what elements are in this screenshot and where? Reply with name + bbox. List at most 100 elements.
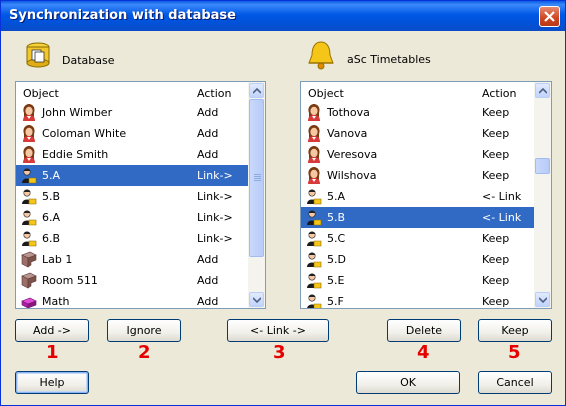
vertical-scrollbar[interactable] <box>248 82 265 308</box>
person-female-icon <box>306 167 322 184</box>
row-object-name: Tothova <box>327 106 370 119</box>
classroom-icon <box>21 251 37 268</box>
ignore-button[interactable]: Ignore <box>107 319 181 342</box>
list-row[interactable]: Lab 1 Add <box>16 249 248 270</box>
person-female-icon <box>306 125 322 142</box>
link-button[interactable]: <- Link -> <box>227 319 329 342</box>
list-row[interactable]: Math Add <box>16 291 248 308</box>
list-row[interactable]: 5.C Keep <box>301 228 534 249</box>
timetables-label: aSc Timetables <box>347 53 431 66</box>
row-action: Keep <box>482 169 510 182</box>
cancel-button[interactable]: Cancel <box>478 371 552 394</box>
list-row[interactable]: Coloman White Add <box>16 123 248 144</box>
scroll-up-button[interactable] <box>249 83 264 98</box>
vertical-scrollbar[interactable] <box>534 82 551 308</box>
list-row[interactable]: 6.B Link-> <box>16 228 248 249</box>
action-column-header: Action <box>197 87 232 100</box>
arrow-up-icon <box>539 88 547 94</box>
bell-icon <box>308 41 334 70</box>
list-row[interactable]: Veresova Keep <box>301 144 534 165</box>
list-row[interactable]: 5.E Keep <box>301 270 534 291</box>
row-object-name: Veresova <box>327 148 378 161</box>
database-label: Database <box>62 54 115 67</box>
row-object-name: 5.A <box>42 169 61 182</box>
list-header: Object Action <box>301 82 534 102</box>
object-column-header: Object <box>308 87 344 100</box>
row-action: Keep <box>482 253 510 266</box>
scroll-down-button[interactable] <box>535 292 550 307</box>
class-students-icon <box>21 209 37 226</box>
row-action: Link-> <box>197 211 233 224</box>
help-button[interactable]: Help <box>15 371 89 394</box>
list-row[interactable]: Wilshova Keep <box>301 165 534 186</box>
annotation-number: 5 <box>508 342 521 363</box>
close-button[interactable] <box>539 6 560 27</box>
list-row[interactable]: Tothova Keep <box>301 102 534 123</box>
list-row[interactable]: 5.B <- Link <box>301 207 534 228</box>
list-row[interactable]: 5.B Link-> <box>16 186 248 207</box>
title-bar[interactable]: Synchronization with database <box>1 1 565 31</box>
row-object-name: Eddie Smith <box>42 148 109 161</box>
class-students-icon <box>21 167 37 184</box>
subject-book-icon <box>21 293 37 308</box>
row-action: Keep <box>482 274 510 287</box>
annotation-number: 1 <box>46 342 59 363</box>
list-row[interactable]: 5.D Keep <box>301 249 534 270</box>
scroll-thumb[interactable] <box>535 158 550 174</box>
timetables-object-list[interactable]: Object Action Tothova Keep Vanova Keep Veres… <box>300 81 552 309</box>
row-object-name: Vanova <box>327 127 368 140</box>
row-action: Add <box>197 106 219 119</box>
database-object-list[interactable]: Object Action John Wimber Add Coloman Whit… <box>15 81 266 309</box>
list-row[interactable]: Room 511 Add <box>16 270 248 291</box>
row-object-name: 6.B <box>42 232 61 245</box>
add-button[interactable]: Add -> <box>15 319 89 342</box>
class-students-icon <box>306 188 322 205</box>
scroll-down-button[interactable] <box>249 292 264 307</box>
annotation-number: 3 <box>273 342 286 363</box>
class-students-icon <box>306 251 322 268</box>
keep-button[interactable]: Keep <box>478 319 552 342</box>
class-students-icon <box>306 230 322 247</box>
list-row[interactable]: Vanova Keep <box>301 123 534 144</box>
person-female-icon <box>306 104 322 121</box>
database-icon <box>26 42 50 68</box>
row-action: Link-> <box>197 232 233 245</box>
list-row[interactable]: Eddie Smith Add <box>16 144 248 165</box>
row-action: Keep <box>482 106 510 119</box>
row-object-name: 5.B <box>327 211 346 224</box>
row-action: Add <box>197 127 219 140</box>
row-action: Keep <box>482 148 510 161</box>
row-action: <- Link <box>482 211 522 224</box>
row-action: Add <box>197 295 219 308</box>
row-action: Link-> <box>197 169 233 182</box>
row-action: Keep <box>482 295 510 308</box>
row-object-name: 5.F <box>327 295 344 308</box>
arrow-up-icon <box>253 88 261 94</box>
person-female-icon <box>21 125 37 142</box>
delete-button[interactable]: Delete <box>387 319 461 342</box>
list-header: Object Action <box>16 82 248 102</box>
row-object-name: Coloman White <box>42 127 127 140</box>
annotation-number: 2 <box>138 342 151 363</box>
person-female-icon <box>21 146 37 163</box>
list-row[interactable]: 5.F Keep <box>301 291 534 308</box>
row-action: Keep <box>482 232 510 245</box>
arrow-down-icon <box>539 297 547 303</box>
annotation-number: 4 <box>417 342 430 363</box>
row-object-name: 5.B <box>42 190 61 203</box>
person-female-icon <box>21 104 37 121</box>
row-action: Link-> <box>197 190 233 203</box>
scroll-up-button[interactable] <box>535 83 550 98</box>
class-students-icon <box>306 209 322 226</box>
classroom-icon <box>21 272 37 289</box>
row-object-name: 6.A <box>42 211 61 224</box>
class-students-icon <box>21 188 37 205</box>
ok-button[interactable]: OK <box>356 371 460 394</box>
row-object-name: 5.D <box>327 253 346 266</box>
list-row[interactable]: 5.A Link-> <box>16 165 248 186</box>
list-row[interactable]: John Wimber Add <box>16 102 248 123</box>
scroll-thumb[interactable] <box>249 99 264 257</box>
row-object-name: Room 511 <box>42 274 98 287</box>
list-row[interactable]: 5.A <- Link <box>301 186 534 207</box>
list-row[interactable]: 6.A Link-> <box>16 207 248 228</box>
